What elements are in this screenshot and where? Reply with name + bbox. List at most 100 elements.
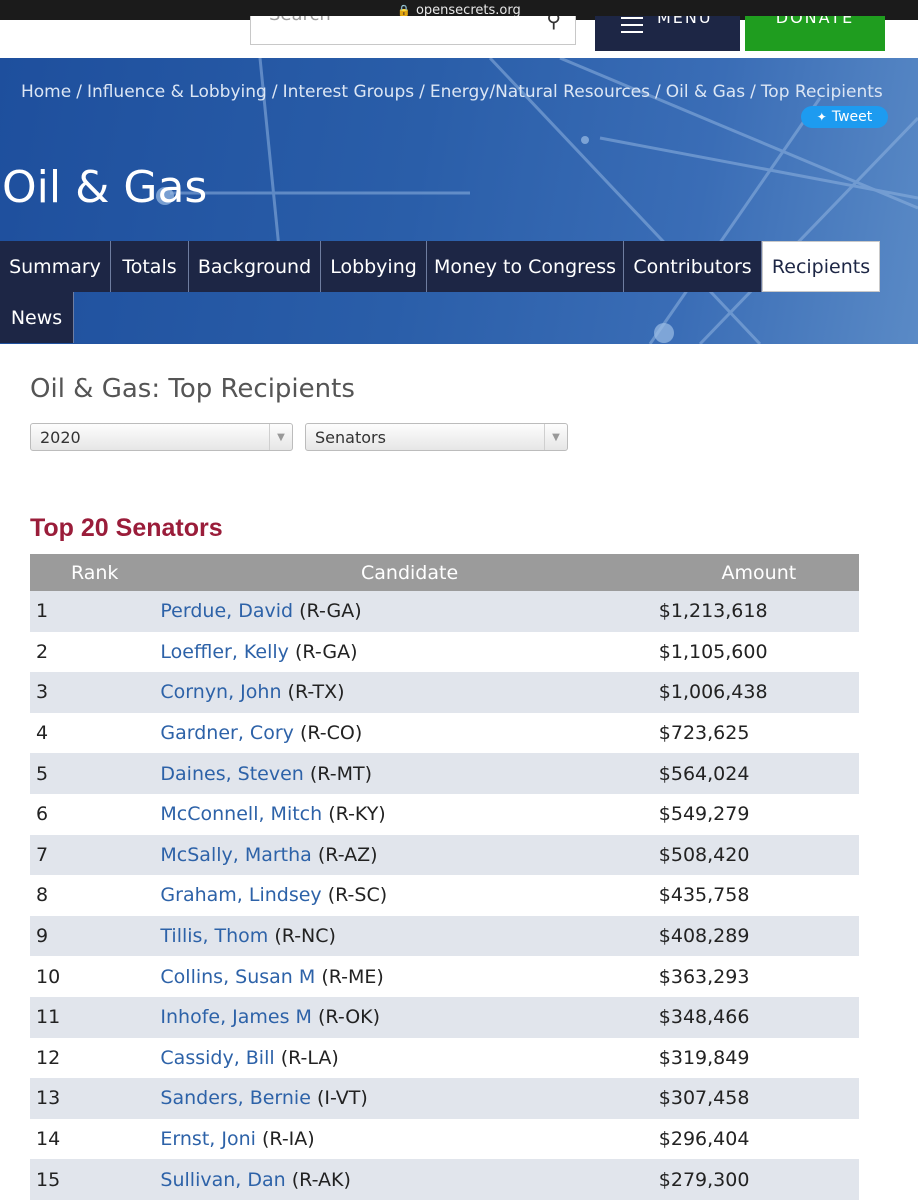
breadcrumb-oil-gas[interactable]: Oil & Gas bbox=[666, 82, 745, 102]
column-header-rank[interactable]: Rank bbox=[30, 554, 161, 591]
breadcrumb-top-recipients[interactable]: Top Recipients bbox=[761, 82, 883, 102]
rank-cell: 5 bbox=[30, 753, 161, 794]
table-row: 9 Tillis, Thom (R-NC) $408,289 bbox=[30, 915, 859, 957]
candidate-link[interactable]: Loeffler, Kelly bbox=[160, 641, 289, 663]
candidate-cell: McConnell, Mitch (R-KY) bbox=[160, 793, 659, 835]
tab-background[interactable]: Background bbox=[189, 241, 321, 292]
amount-cell: $549,279 bbox=[658, 793, 859, 835]
amount-cell: $435,758 bbox=[658, 875, 859, 916]
search-icon[interactable]: ⚲ bbox=[546, 16, 561, 32]
menu-label: MENU bbox=[657, 16, 713, 27]
amount-cell: $296,404 bbox=[658, 1118, 859, 1160]
table-row: 6 McConnell, Mitch (R-KY) $549,279 bbox=[30, 793, 859, 835]
candidate-link[interactable]: McSally, Martha bbox=[160, 844, 311, 866]
column-header-candidate[interactable]: Candidate bbox=[160, 554, 659, 591]
tab-totals[interactable]: Totals bbox=[111, 241, 189, 292]
candidate-cell: Loeffler, Kelly (R-GA) bbox=[160, 631, 659, 673]
breadcrumb: Home / Influence & Lobbying / Interest Group… bbox=[21, 82, 883, 102]
breadcrumb-influence-lobbying[interactable]: Influence & Lobbying bbox=[87, 82, 267, 102]
candidate-cell: McSally, Martha (R-AZ) bbox=[160, 834, 659, 876]
tweet-button[interactable]: ✦ Tweet bbox=[801, 106, 888, 128]
candidate-link[interactable]: Daines, Steven bbox=[160, 763, 303, 785]
candidate-link[interactable]: Sullivan, Dan bbox=[160, 1169, 285, 1191]
chamber-select[interactable]: Senators ▼ bbox=[305, 423, 568, 451]
rank-cell: 15 bbox=[30, 1159, 161, 1200]
candidate-link[interactable]: Gardner, Cory bbox=[160, 722, 293, 744]
search-input[interactable]: Search ⚲ bbox=[250, 16, 576, 45]
table-row: 3 Cornyn, John (R-TX) $1,006,438 bbox=[30, 672, 859, 713]
chevron-down-icon: ▼ bbox=[269, 424, 292, 450]
candidate-link[interactable]: Cornyn, John bbox=[160, 681, 281, 703]
rank-cell: 7 bbox=[30, 834, 161, 876]
amount-cell: $307,458 bbox=[658, 1078, 859, 1119]
candidate-cell: Sullivan, Dan (R-AK) bbox=[160, 1159, 659, 1200]
amount-cell: $363,293 bbox=[658, 956, 859, 997]
rank-cell: 11 bbox=[30, 996, 161, 1038]
candidate-link[interactable]: Collins, Susan M bbox=[160, 966, 315, 988]
hero-banner: Home / Influence & Lobbying / Interest Group… bbox=[0, 58, 918, 344]
search-placeholder: Search bbox=[269, 16, 331, 25]
cycle-select-value: 2020 bbox=[40, 427, 81, 447]
menu-button[interactable]: MENU bbox=[595, 16, 740, 51]
donate-button[interactable]: DONATE bbox=[745, 16, 885, 51]
rank-cell: 9 bbox=[30, 915, 161, 957]
amount-cell: $408,289 bbox=[658, 915, 859, 957]
candidate-link[interactable]: Inhofe, James M bbox=[160, 1006, 312, 1028]
table-row: 10 Collins, Susan M (R-ME) $363,293 bbox=[30, 956, 859, 997]
tab-summary[interactable]: Summary bbox=[0, 241, 111, 292]
candidate-link[interactable]: McConnell, Mitch bbox=[160, 803, 322, 825]
amount-cell: $319,849 bbox=[658, 1037, 859, 1079]
candidate-cell: Gardner, Cory (R-CO) bbox=[160, 712, 659, 754]
tab-money-to-congress[interactable]: Money to Congress bbox=[427, 241, 624, 292]
table-row: 1 Perdue, David (R-GA) $1,213,618 bbox=[30, 591, 859, 632]
party-state: (R-OK) bbox=[318, 1006, 381, 1029]
table-row: 14 Ernst, Joni (R-IA) $296,404 bbox=[30, 1118, 859, 1160]
candidate-link[interactable]: Graham, Lindsey bbox=[160, 884, 321, 906]
candidate-cell: Cassidy, Bill (R-LA) bbox=[160, 1037, 659, 1079]
chevron-down-icon: ▼ bbox=[544, 424, 567, 450]
amount-cell: $348,466 bbox=[658, 996, 859, 1038]
table-row: 7 McSally, Martha (R-AZ) $508,420 bbox=[30, 834, 859, 876]
candidate-cell: Graham, Lindsey (R-SC) bbox=[160, 875, 659, 916]
hamburger-icon bbox=[621, 16, 643, 33]
amount-cell: $1,006,438 bbox=[658, 672, 859, 713]
table-row: 12 Cassidy, Bill (R-LA) $319,849 bbox=[30, 1037, 859, 1079]
rank-cell: 4 bbox=[30, 712, 161, 754]
candidate-link[interactable]: Cassidy, Bill bbox=[160, 1047, 274, 1069]
breadcrumb-home[interactable]: Home bbox=[21, 82, 71, 102]
candidate-link[interactable]: Sanders, Bernie bbox=[160, 1087, 311, 1109]
candidate-cell: Perdue, David (R-GA) bbox=[160, 591, 659, 632]
tab-news[interactable]: News bbox=[0, 292, 74, 343]
table-row: 5 Daines, Steven (R-MT) $564,024 bbox=[30, 753, 859, 794]
table-header-row: Rank Candidate Amount bbox=[30, 554, 859, 591]
cycle-select[interactable]: 2020 ▼ bbox=[30, 423, 293, 451]
tab-contributors[interactable]: Contributors bbox=[624, 241, 762, 292]
amount-cell: $723,625 bbox=[658, 712, 859, 754]
rank-cell: 13 bbox=[30, 1078, 161, 1119]
rank-cell: 8 bbox=[30, 875, 161, 916]
amount-cell: $1,105,600 bbox=[658, 631, 859, 673]
party-state: (R-MT) bbox=[309, 762, 373, 785]
tweet-label: Tweet bbox=[831, 109, 873, 125]
candidate-link[interactable]: Perdue, David bbox=[160, 600, 293, 622]
chamber-select-value: Senators bbox=[315, 427, 386, 447]
amount-cell: $1,213,618 bbox=[658, 591, 859, 632]
candidate-link[interactable]: Tillis, Thom bbox=[160, 925, 268, 947]
tab-lobbying[interactable]: Lobbying bbox=[321, 241, 427, 292]
candidate-link[interactable]: Ernst, Joni bbox=[160, 1128, 256, 1150]
column-header-amount[interactable]: Amount bbox=[658, 554, 859, 591]
rank-cell: 12 bbox=[30, 1037, 161, 1079]
amount-cell: $279,300 bbox=[658, 1159, 859, 1200]
recipients-table: Rank Candidate Amount 1 Perdue, David (R-… bbox=[30, 554, 859, 1200]
table-row: 13 Sanders, Bernie (I-VT) $307,458 bbox=[30, 1078, 859, 1119]
tab-recipients[interactable]: Recipients bbox=[762, 241, 880, 292]
party-state: (R-CO) bbox=[299, 722, 363, 745]
breadcrumb-interest-groups[interactable]: Interest Groups bbox=[283, 82, 415, 102]
table-row: 4 Gardner, Cory (R-CO) $723,625 bbox=[30, 712, 859, 754]
breadcrumb-energy-natural-resources[interactable]: Energy/Natural Resources bbox=[430, 82, 650, 102]
table-row: 2 Loeffler, Kelly (R-GA) $1,105,600 bbox=[30, 631, 859, 673]
rank-cell: 3 bbox=[30, 672, 161, 713]
rank-cell: 6 bbox=[30, 793, 161, 835]
page-title: Oil & Gas bbox=[2, 162, 208, 213]
site-header: Search ⚲ MENU DONATE bbox=[0, 16, 918, 58]
